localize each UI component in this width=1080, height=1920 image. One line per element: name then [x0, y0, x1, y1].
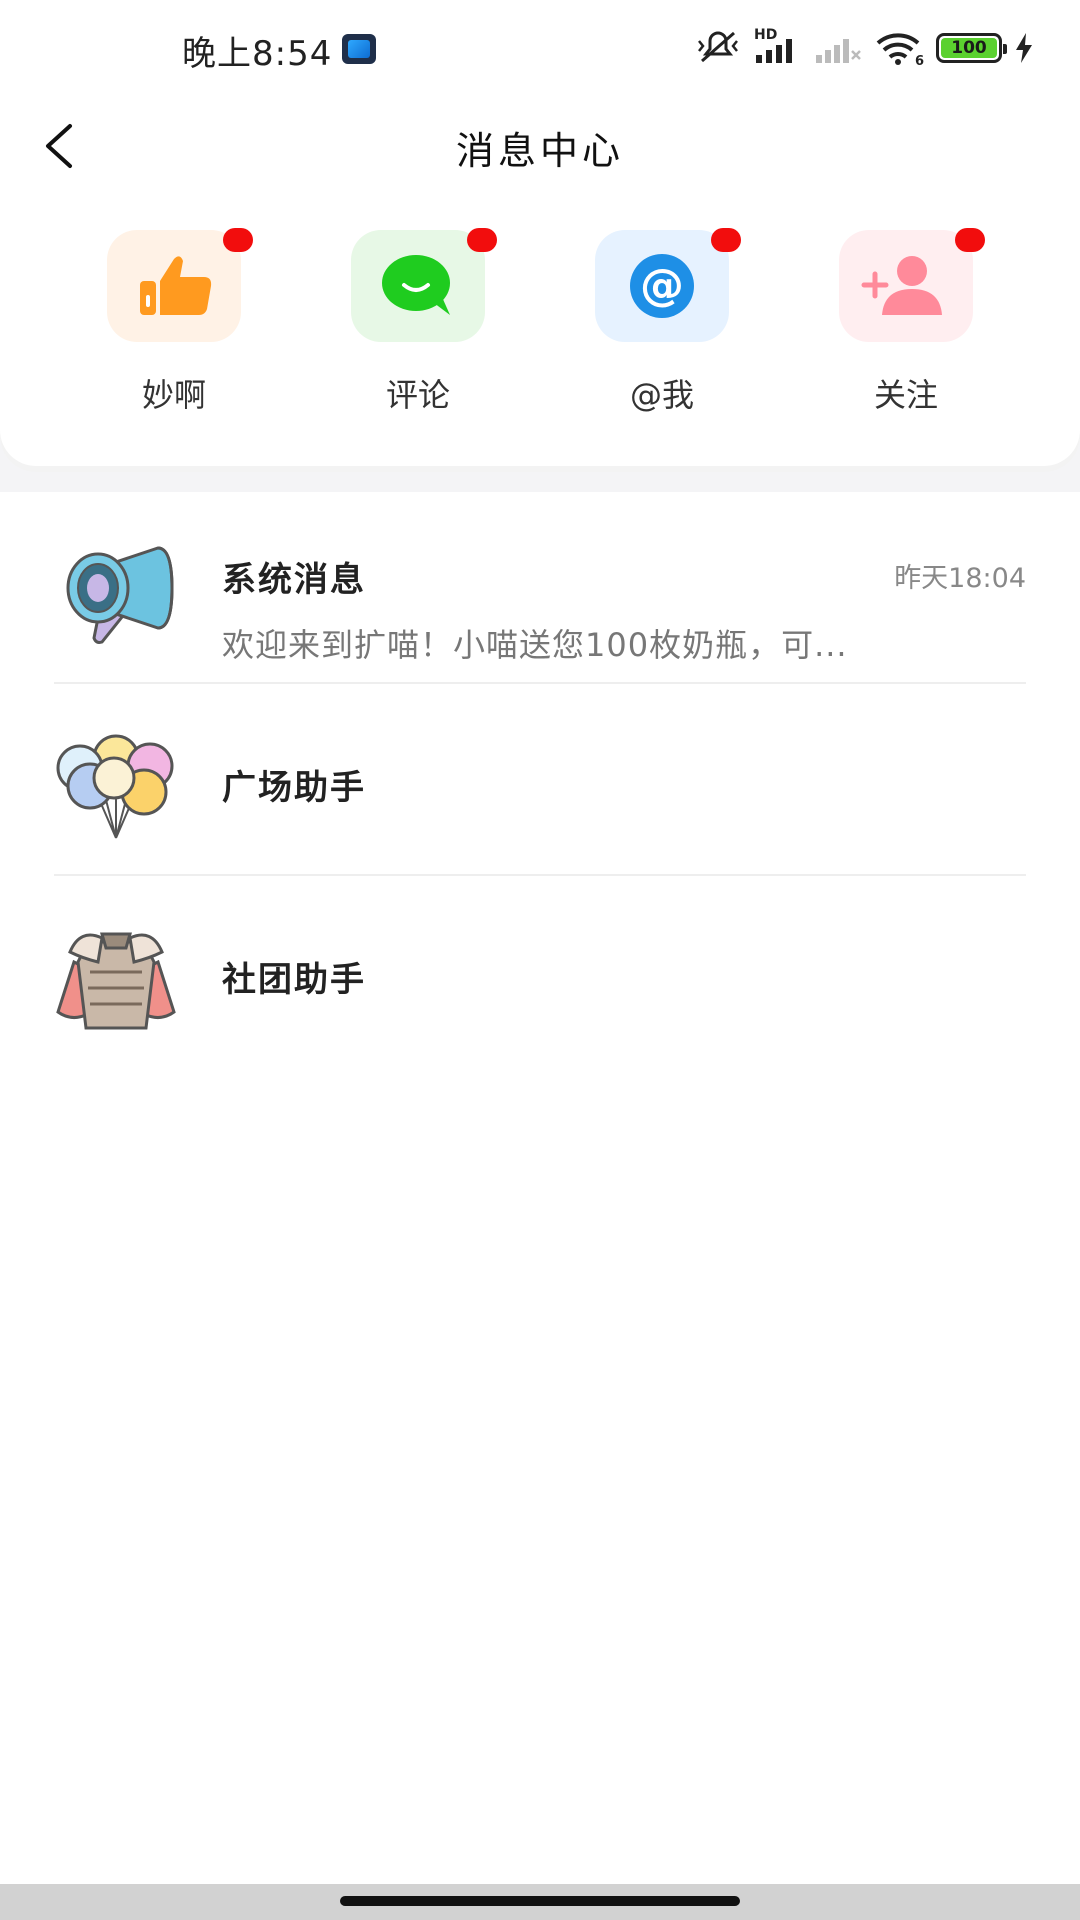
shortcut-comments[interactable]: 评论	[318, 228, 518, 430]
message-title: 系统消息	[222, 560, 366, 600]
shortcut-label: 关注	[873, 376, 938, 414]
shortcut-label: 评论	[385, 376, 450, 414]
shortcut-label: @我	[629, 376, 694, 414]
message-title: 社团助手	[222, 960, 366, 1000]
unread-badge	[711, 228, 741, 252]
list-item-system-messages[interactable]: 系统消息 昨天18:04 欢迎来到扩喵！小喵送您100枚奶瓶，可...	[0, 492, 1080, 684]
shortcut-icon-box	[839, 228, 985, 342]
list-item-plaza-assistant[interactable]: 广场助手	[0, 684, 1080, 876]
home-indicator[interactable]	[340, 1896, 740, 1906]
megaphone-icon	[66, 546, 174, 644]
shortcut-mentions[interactable]: @ @我	[562, 228, 762, 430]
battery-icon: 100	[936, 33, 1007, 63]
chat-bubble-icon	[382, 255, 450, 315]
at-sign-icon: @	[630, 254, 694, 318]
status-icons: HD 6 100	[696, 27, 1034, 69]
shortcut-follows[interactable]: 关注	[806, 228, 1006, 430]
balloons-icon	[56, 734, 174, 839]
shortcut-icon-box	[107, 228, 253, 342]
message-preview: 欢迎来到扩喵！小喵送您100枚奶瓶，可...	[222, 626, 848, 664]
unread-badge	[223, 228, 253, 252]
header: 消息中心	[0, 96, 1080, 216]
signal-no-service-icon	[816, 39, 861, 63]
shortcut-icon-box: @	[595, 228, 741, 342]
wifi-icon: 6	[874, 31, 924, 69]
message-time: 昨天18:04	[894, 563, 1026, 594]
add-user-icon	[861, 256, 942, 315]
shortcut-card: 妙啊 评论 @ @我 关注	[0, 216, 1080, 466]
hd-signal-icon: HD	[752, 27, 802, 65]
battery-level: 100	[941, 38, 997, 58]
shortcut-likes[interactable]: 妙啊	[74, 228, 274, 430]
unread-badge	[955, 228, 985, 252]
system-nav-bar	[0, 1884, 1080, 1920]
page-title: 消息中心	[455, 129, 624, 173]
shortcut-label: 妙啊	[141, 376, 206, 414]
shortcut-icon-box	[351, 228, 497, 342]
notification-app-icon	[342, 34, 376, 64]
message-center-screen: 晚上8:54 HD 6 100 消息中心 妙啊 评论 @ @我 关注 系统消息 …	[0, 0, 1080, 1920]
thumbs-up-icon	[140, 256, 212, 315]
message-title: 广场助手	[222, 768, 366, 808]
unread-badge	[467, 228, 497, 252]
status-time: 晚上8:54	[182, 34, 333, 74]
list-item-club-assistant[interactable]: 社团助手	[0, 876, 1080, 1068]
armor-icon	[56, 932, 176, 1030]
svg-text:@: @	[640, 260, 684, 311]
mute-vibrate-icon	[698, 31, 738, 63]
wifi-label: 6	[914, 54, 924, 69]
message-list: 系统消息 昨天18:04 欢迎来到扩喵！小喵送您100枚奶瓶，可... 广场助手	[0, 492, 1080, 1068]
status-bar: 晚上8:54 HD 6 100	[0, 0, 1080, 96]
charging-icon	[1016, 33, 1032, 63]
